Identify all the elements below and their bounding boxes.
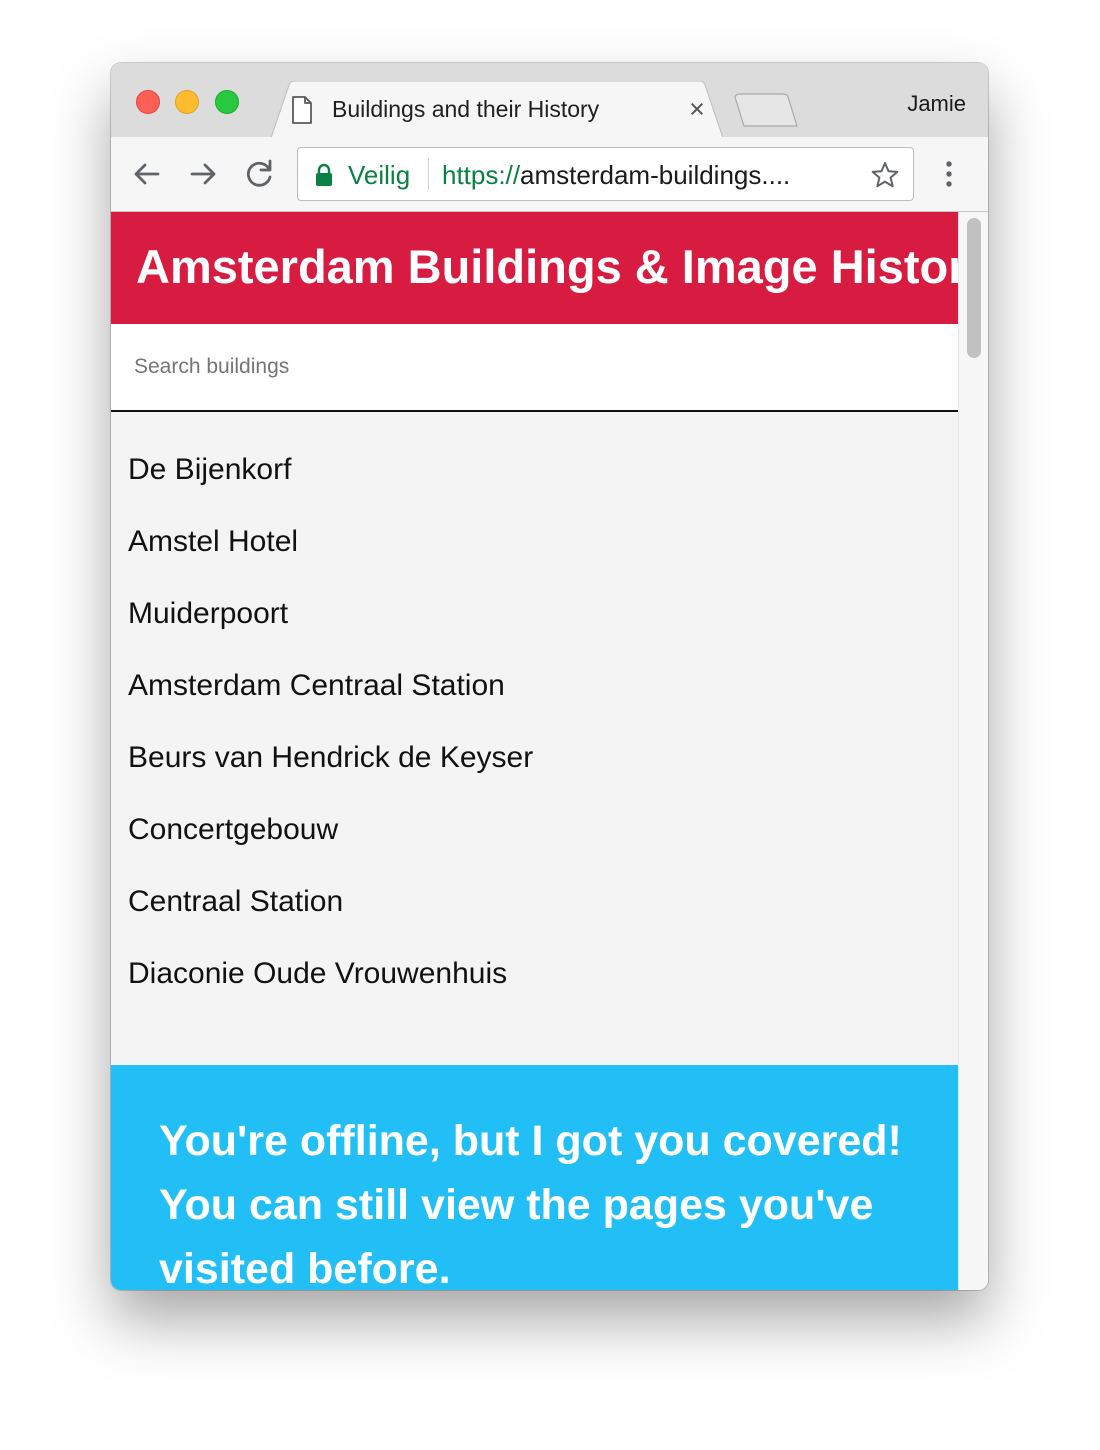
page-viewport: Amsterdam Buildings & Image History De B…: [111, 212, 988, 1290]
browser-window: Buildings and their History × Jamie Veil…: [111, 63, 988, 1290]
list-item[interactable]: Diaconie Oude Vrouwenhuis: [111, 938, 958, 1010]
kebab-menu-icon[interactable]: [941, 159, 957, 191]
page-scrollbar[interactable]: [958, 212, 988, 1290]
star-icon[interactable]: [870, 160, 900, 190]
search-bar: [111, 324, 958, 412]
list-item[interactable]: Amsterdam Centraal Station: [111, 650, 958, 722]
title-bar: Buildings and their History × Jamie: [111, 63, 988, 138]
url-host: amsterdam-buildings....: [520, 160, 791, 190]
list-item[interactable]: Amstel Hotel: [111, 506, 958, 578]
building-list: De Bijenkorf Amstel Hotel Muiderpoort Amste…: [111, 434, 958, 1010]
list-item[interactable]: De Bijenkorf: [111, 434, 958, 506]
url-text: https://amsterdam-buildings....: [442, 160, 790, 190]
offline-banner: You're offline, but I got you covered! Y…: [111, 1065, 958, 1290]
document-icon: [292, 96, 312, 124]
arrow-left-icon[interactable]: [130, 157, 164, 191]
search-input[interactable]: [111, 324, 958, 410]
offline-message: You're offline, but I got you covered! Y…: [159, 1117, 902, 1290]
list-item[interactable]: Concertgebouw: [111, 794, 958, 866]
close-window-button[interactable]: [136, 90, 160, 114]
list-item[interactable]: Beurs van Hendrick de Keyser: [111, 722, 958, 794]
maximize-window-button[interactable]: [215, 90, 239, 114]
list-item[interactable]: Muiderpoort: [111, 578, 958, 650]
profile-name[interactable]: Jamie: [907, 91, 966, 117]
omnibox-divider: [428, 158, 429, 190]
tab-buildings-history[interactable]: Buildings and their History ×: [271, 81, 723, 138]
minimize-window-button[interactable]: [175, 90, 199, 114]
tab-close-icon[interactable]: ×: [686, 95, 708, 123]
url-scheme: https://: [442, 160, 521, 190]
lock-icon: [316, 163, 332, 186]
reload-icon[interactable]: [243, 157, 277, 191]
secure-label: Veilig: [348, 160, 411, 190]
scrollbar-thumb[interactable]: [967, 218, 981, 358]
new-tab-button[interactable]: [731, 93, 801, 129]
page-title: Amsterdam Buildings & Image History: [136, 240, 988, 293]
arrow-right-icon[interactable]: [186, 157, 220, 191]
site-header: Amsterdam Buildings & Image History: [111, 212, 988, 324]
web-page: Amsterdam Buildings & Image History De B…: [111, 212, 988, 1290]
browser-toolbar: Veilig https://amsterdam-buildings....: [111, 137, 988, 212]
list-item[interactable]: Centraal Station: [111, 866, 958, 938]
address-bar[interactable]: Veilig https://amsterdam-buildings....: [297, 147, 914, 201]
tab-title: Buildings and their History: [332, 96, 600, 122]
